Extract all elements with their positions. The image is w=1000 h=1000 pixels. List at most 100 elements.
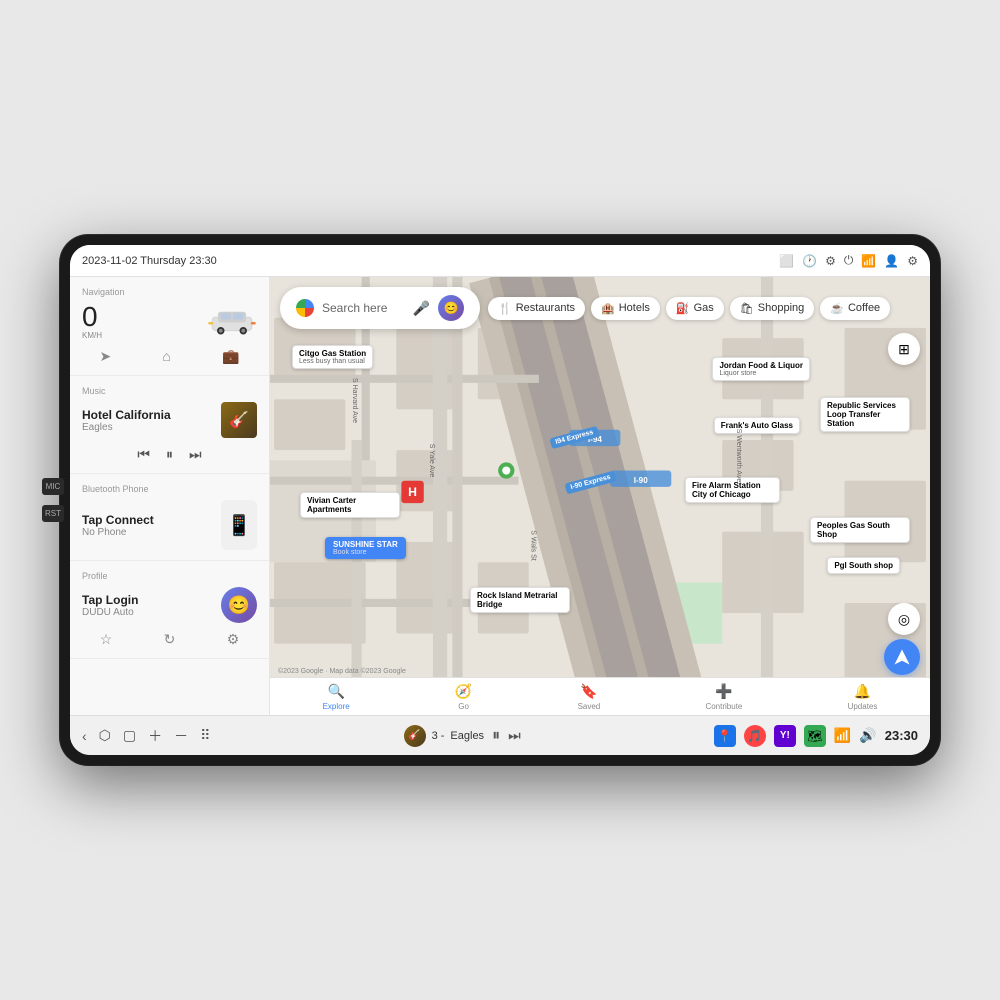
map-search-bar: Search here 🎤 😊 🍴 Restaurants 🏨 Hotels	[280, 287, 920, 329]
map-nav-contribute[interactable]: ➕ Contribute	[705, 683, 742, 711]
place-label-rockisland: Rock Island Metrarial Bridge	[470, 587, 570, 613]
prev-track-icon[interactable]: ⏮	[137, 446, 150, 463]
contribute-label: Contribute	[705, 702, 742, 711]
profile-info-widget: Tap Login DUDU Auto 😊	[82, 587, 257, 623]
svg-text:I-90: I-90	[634, 476, 648, 485]
profile-info: Tap Login DUDU Auto	[82, 593, 138, 618]
power-icon: ⏻	[844, 253, 854, 268]
search-box[interactable]: Search here 🎤 😊	[280, 287, 480, 329]
refresh-icon[interactable]: ↻	[164, 631, 176, 648]
navigation-label: Navigation	[82, 287, 257, 297]
add-icon[interactable]: ＋	[148, 726, 162, 746]
map-nav-go[interactable]: 🧭 Go	[455, 683, 472, 711]
citgo-sub: Less busy than usual	[299, 358, 366, 365]
road-label-wentworth: S Wentworth Ave	[735, 429, 742, 482]
place-label-firealarm: Fire Alarm Station City of Chicago	[685, 477, 780, 503]
map-nav-saved[interactable]: 🔖 Saved	[578, 683, 601, 711]
home-taskbar-icon[interactable]: ⬡	[99, 727, 111, 744]
compass-button[interactable]: ◎	[888, 603, 920, 635]
gas-icon: ⛽	[676, 302, 690, 315]
saved-icon: 🔖	[580, 683, 597, 700]
search-placeholder: Search here	[322, 301, 405, 315]
profile-widget: Profile Tap Login DUDU Auto 😊 ☆ ↻ ⚙	[70, 561, 269, 659]
back-icon[interactable]: ‹	[82, 728, 87, 744]
taskbar-time: 23:30	[885, 728, 918, 743]
navigate-icon[interactable]: ➤	[100, 348, 112, 365]
filter-chip-coffee[interactable]: ☕ Coffee	[820, 297, 890, 320]
filter-chip-shopping[interactable]: 🛍 Shopping	[730, 297, 814, 320]
location-button[interactable]	[884, 639, 920, 675]
speed-value: 0	[82, 303, 102, 331]
profile-name: Tap Login	[82, 593, 138, 607]
filter-chip-hotels[interactable]: 🏨 Hotels	[591, 297, 660, 320]
music-widget: Music Hotel California Eagles 🎸 ⏮ ⏸ ⏭	[70, 376, 269, 474]
status-icons: ⬜ 🕐 ⚙ ⏻ 📶 👤 ⚙	[779, 253, 918, 268]
filter-label-gas: Gas	[694, 302, 714, 314]
peoples-name: Peoples Gas South Shop	[817, 521, 903, 539]
vivian-name: Vivian Carter Apartments	[307, 496, 393, 514]
nav-speed-widget: 0 KM/H	[82, 303, 257, 340]
explore-icon: 🔍	[327, 683, 344, 700]
clock-icon: 🕐	[802, 254, 817, 268]
place-label-citgo: Citgo Gas Station Less busy than usual	[292, 345, 373, 369]
shopping-icon: 🛍	[740, 302, 754, 315]
music-info-widget: Hotel California Eagles 🎸	[82, 402, 257, 438]
home-nav-icon[interactable]: ⌂	[162, 348, 170, 365]
music-artist: Eagles	[82, 422, 221, 433]
star-icon[interactable]: ☆	[100, 631, 113, 648]
navigation-widget: Navigation 0 KM/H	[70, 277, 269, 376]
place-label-sunshine: SUNSHINE STAR Book store	[325, 537, 406, 559]
datetime-display: 2023-11-02 Thursday 23:30	[82, 255, 217, 267]
track-artist: Eagles	[450, 730, 484, 742]
recent-apps-icon[interactable]: ▢	[123, 727, 136, 744]
next-taskbar-icon[interactable]: ⏭	[508, 727, 521, 744]
phone-icon: 📱	[221, 500, 257, 550]
volume-taskbar-icon[interactable]: 🔊	[859, 727, 876, 744]
saved-label: Saved	[578, 702, 601, 711]
jordan-name: Jordan Food & Liquor	[719, 361, 803, 370]
map-nav-updates[interactable]: 🔔 Updates	[848, 683, 878, 711]
filter-chip-restaurants[interactable]: 🍴 Restaurants	[488, 297, 585, 320]
music-controls[interactable]: ⏮ ⏸ ⏭	[82, 446, 257, 463]
map-area[interactable]: I-94 I-90 H Search here 🎤	[270, 277, 930, 715]
track-avatar: 🎸	[404, 725, 426, 747]
music-app-icon[interactable]: 🎵	[744, 725, 766, 747]
rst-button[interactable]: RST	[42, 505, 64, 522]
map-layers-button[interactable]: ⊞	[888, 333, 920, 365]
navigation-arrow-icon	[893, 648, 911, 666]
profile-label: Profile	[82, 571, 257, 581]
place-label-pgl: Pgl South shop	[827, 557, 900, 574]
bt-subtitle: No Phone	[82, 527, 154, 538]
screen: 2023-11-02 Thursday 23:30 ⬜ 🕐 ⚙ ⏻ 📶 👤 ⚙ …	[70, 245, 930, 755]
work-icon[interactable]: 💼	[222, 348, 239, 365]
mic-search-icon[interactable]: 🎤	[413, 300, 430, 317]
svg-text:H: H	[408, 485, 417, 499]
pause-icon[interactable]: ⏸	[166, 446, 173, 463]
yahoo-icon[interactable]: Y!	[774, 725, 796, 747]
next-track-icon[interactable]: ⏭	[189, 446, 202, 463]
explore-label: Explore	[323, 702, 350, 711]
google-logo	[296, 299, 314, 317]
wifi-taskbar-icon: 📶	[834, 727, 851, 744]
play-pause-taskbar-icon[interactable]: ⏸	[492, 727, 500, 745]
restaurants-icon: 🍴	[498, 302, 512, 315]
map-app-icon[interactable]: 🗺	[804, 725, 826, 747]
nav-controls: ➤ ⌂ 💼	[82, 348, 257, 365]
music-thumbnail: 🎸	[221, 402, 257, 438]
map-nav-explore[interactable]: 🔍 Explore	[323, 683, 350, 711]
place-label-republic: Republic Services Loop Transfer Station	[820, 397, 910, 432]
go-label: Go	[458, 702, 469, 711]
filter-chip-gas[interactable]: ⛽ Gas	[666, 297, 724, 320]
grid-icon[interactable]: ⠿	[200, 727, 210, 744]
side-buttons: MIC RST	[42, 478, 64, 522]
gps-app-icon[interactable]: 📍	[714, 725, 736, 747]
republic-name: Republic Services Loop Transfer Station	[827, 401, 903, 428]
road-label-yale: S Yale Ave	[428, 444, 435, 477]
settings-icon[interactable]: ⚙	[227, 631, 240, 648]
speed-unit: KM/H	[82, 331, 102, 340]
map-copyright: ©2023 Google · Map data ©2023 Google	[278, 668, 406, 675]
user-avatar[interactable]: 😊	[438, 295, 464, 321]
mic-button[interactable]: MIC	[42, 478, 64, 495]
minus-icon[interactable]: －	[174, 726, 188, 746]
bluetooth-label: Bluetooth Phone	[82, 484, 257, 494]
